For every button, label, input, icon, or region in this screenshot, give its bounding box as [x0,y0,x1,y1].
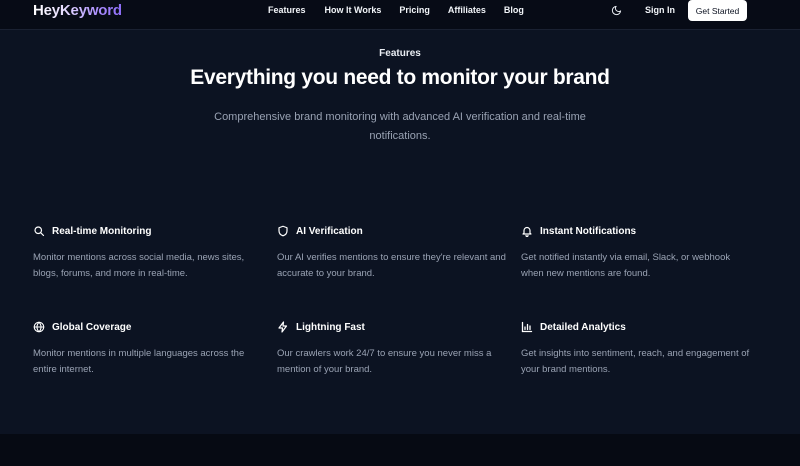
nav-link-affiliates[interactable]: Affiliates [448,5,486,15]
feature-description: Get notified instantly via email, Slack,… [521,252,731,279]
feature-title: Global Coverage [52,321,132,333]
feature-card: Instant Notifications Get notified insta… [521,224,751,282]
shield-icon [278,225,288,237]
feature-card: Lightning Fast Our crawlers work 24/7 to… [277,320,507,378]
search-icon [34,226,45,237]
sign-in-link[interactable]: Sign In [645,5,675,15]
brand-logo[interactable]: HeyKeyword [33,2,122,19]
bell-icon [522,226,532,237]
feature-title-row: Instant Notifications [521,224,751,238]
feature-description: Monitor mentions in multiple languages a… [33,348,245,375]
nav-link-pricing[interactable]: Pricing [399,5,430,15]
page-subtitle: Comprehensive brand monitoring with adva… [214,111,586,142]
section-eyebrow: Features [379,48,421,59]
feature-description: Our crawlers work 24/7 to ensure you nev… [277,348,492,375]
feature-title: Instant Notifications [540,225,637,237]
moon-icon [611,5,622,16]
feature-title: Real-time Monitoring [52,225,152,237]
lightning-icon [278,321,288,333]
feature-title: Detailed Analytics [540,321,626,333]
get-started-button[interactable]: Get Started [688,0,747,21]
feature-title-row: Real-time Monitoring [33,224,263,238]
top-nav: HeyKeyword Features How It Works Pricing… [0,0,800,30]
feature-card: AI Verification Our AI verifies mentions… [277,224,507,282]
feature-card: Detailed Analytics Get insights into sen… [521,320,751,378]
feature-description: Monitor mentions across social media, ne… [33,252,245,279]
nav-links: Features How It Works Pricing Affiliates… [268,5,524,15]
nav-link-blog[interactable]: Blog [504,5,524,15]
feature-card: Real-time Monitoring Monitor mentions ac… [33,224,263,282]
theme-toggle-button[interactable] [610,4,623,17]
page: HeyKeyword Features How It Works Pricing… [0,0,800,466]
feature-title-row: Detailed Analytics [521,320,751,334]
feature-title-row: Global Coverage [33,320,263,334]
feature-title: AI Verification [296,225,363,237]
feature-title: Lightning Fast [296,321,365,333]
footer-band [0,434,800,466]
feature-title-row: Lightning Fast [277,320,507,334]
feature-description: Our AI verifies mentions to ensure they'… [277,252,506,279]
feature-card: Global Coverage Monitor mentions in mult… [33,320,263,378]
page-title: Everything you need to monitor your bran… [190,66,610,89]
bar-chart-icon [521,321,533,333]
feature-description: Get insights into sentiment, reach, and … [521,348,750,375]
nav-link-how-it-works[interactable]: How It Works [325,5,382,15]
feature-title-row: AI Verification [277,224,507,238]
hero-section: Features Everything you need to monitor … [0,48,800,146]
nav-link-features[interactable]: Features [268,5,306,15]
globe-icon [33,321,45,333]
